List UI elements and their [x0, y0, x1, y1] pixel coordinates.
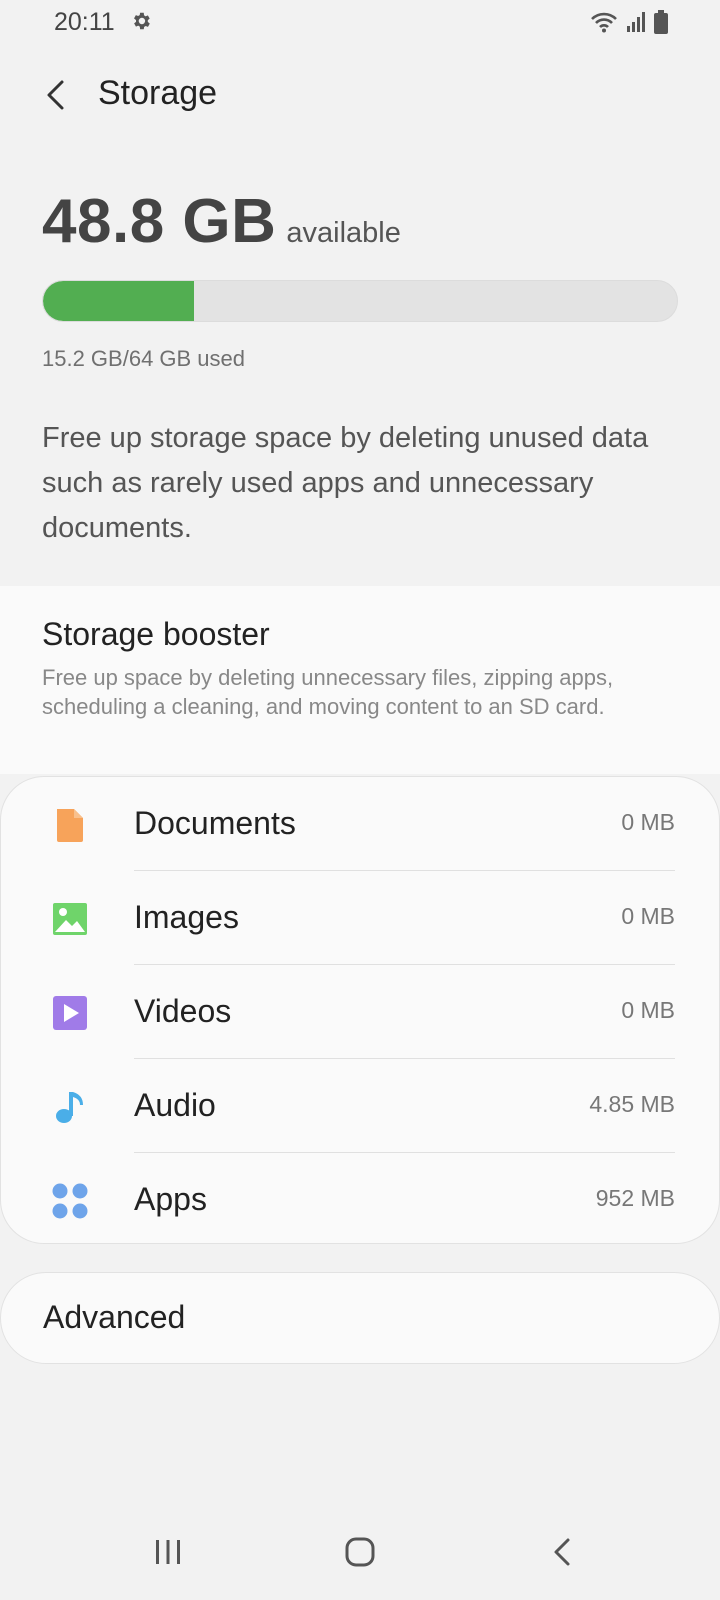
category-size: 952 MB: [595, 1185, 675, 1211]
category-audio[interactable]: Audio 4.85 MB: [1, 1059, 719, 1153]
app-header: Storage: [0, 60, 720, 130]
document-icon: [49, 804, 91, 846]
wifi-icon: [590, 11, 618, 33]
gear-icon: [130, 10, 152, 32]
signal-icon: [626, 11, 646, 33]
storage-usage-bar: [42, 280, 678, 322]
category-label: Audio: [134, 1087, 216, 1123]
category-label: Apps: [134, 1181, 207, 1217]
storage-screen: 20:11 Storage 48.8 GB available 15.2 GB/…: [0, 0, 720, 1600]
advanced-label: Advanced: [43, 1299, 186, 1335]
available-amount: 48.8 GB: [42, 187, 277, 256]
status-icons: [590, 10, 668, 34]
storage-categories-list: Documents 0 MB Images 0 MB Videos 0 MB A…: [0, 776, 720, 1244]
back-button[interactable]: [32, 72, 78, 118]
used-text: 15.2 GB/64 GB used: [42, 346, 246, 371]
booster-description: Free up space by deleting unnecessary fi…: [42, 665, 614, 719]
storage-usage-fill: [43, 281, 194, 321]
recents-icon: [156, 1540, 180, 1564]
category-label: Videos: [134, 993, 232, 1029]
back-icon: [554, 1538, 570, 1566]
category-size: 0 MB: [621, 903, 675, 929]
category-size: 0 MB: [621, 997, 675, 1023]
home-icon: [345, 1537, 375, 1567]
chevron-left-icon: [47, 80, 64, 110]
storage-booster-item[interactable]: Storage booster Free up space by deletin…: [0, 586, 720, 774]
image-icon: [49, 898, 91, 940]
category-apps[interactable]: Apps 952 MB: [1, 1153, 719, 1247]
available-word: available: [286, 217, 401, 249]
storage-description: Free up storage space by deleting unused…: [42, 422, 649, 544]
navigation-bar: [0, 1504, 720, 1600]
home-button[interactable]: [330, 1522, 390, 1582]
advanced-item[interactable]: Advanced: [0, 1272, 720, 1364]
category-documents[interactable]: Documents 0 MB: [1, 777, 719, 871]
category-images[interactable]: Images 0 MB: [1, 871, 719, 965]
battery-icon: [654, 10, 668, 34]
music-note-icon: [49, 1086, 91, 1128]
status-time: 20:11: [54, 8, 115, 36]
available-summary: 48.8 GB available: [42, 186, 401, 257]
nav-back-button[interactable]: [532, 1522, 592, 1582]
recents-button[interactable]: [138, 1522, 198, 1582]
category-label: Images: [134, 899, 239, 935]
category-videos[interactable]: Videos 0 MB: [1, 965, 719, 1059]
page-title: Storage: [98, 74, 218, 112]
booster-title: Storage booster: [42, 616, 270, 652]
category-label: Documents: [134, 805, 296, 841]
apps-grid-icon: [49, 1180, 91, 1222]
video-icon: [49, 992, 91, 1034]
category-size: 4.85 MB: [589, 1091, 675, 1117]
status-bar: 20:11: [0, 0, 720, 44]
category-size: 0 MB: [621, 809, 675, 835]
